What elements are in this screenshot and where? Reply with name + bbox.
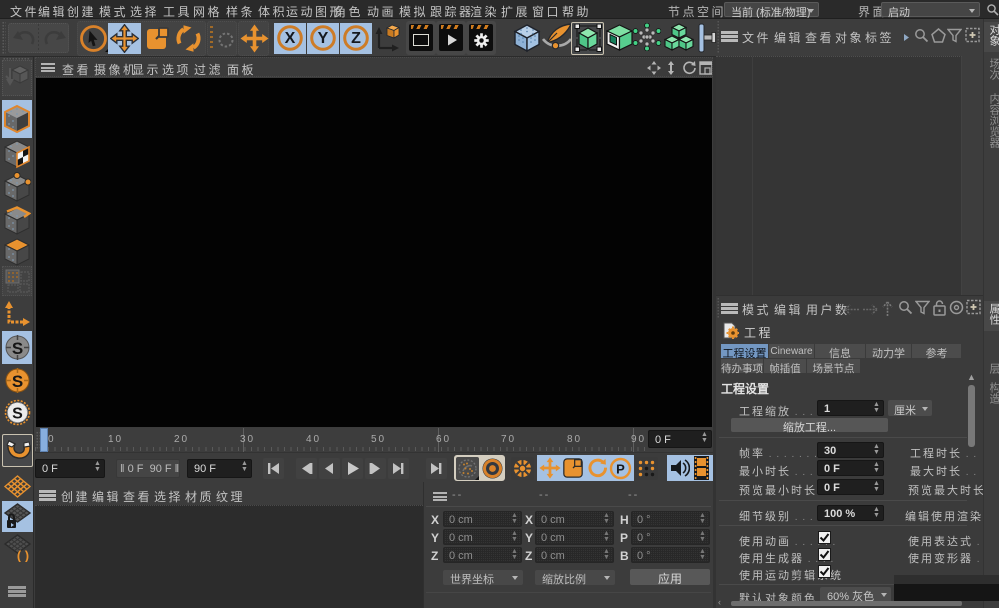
svg-text:S: S [12, 372, 23, 391]
svg-text:S: S [12, 339, 23, 358]
svg-text:P: P [616, 462, 625, 477]
svg-text:( ): ( ) [17, 548, 29, 562]
svg-text:Z: Z [351, 30, 361, 47]
svg-text:X: X [285, 30, 296, 47]
svg-text:S: S [12, 406, 23, 423]
svg-text:Y: Y [318, 30, 329, 47]
